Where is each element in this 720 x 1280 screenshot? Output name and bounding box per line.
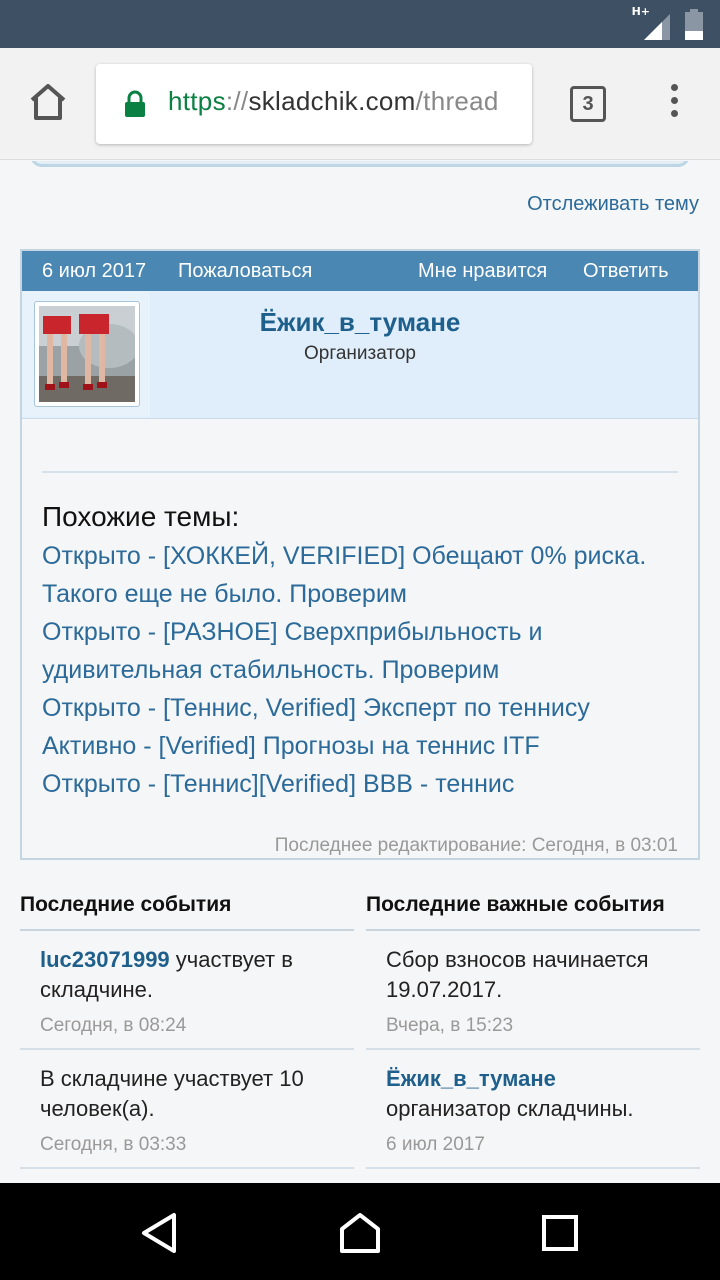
- like-link[interactable]: Мне нравится: [418, 260, 547, 283]
- post-username[interactable]: Ёжик_в_тумане: [22, 307, 698, 338]
- battery-icon: [685, 9, 703, 40]
- similar-thread-link[interactable]: Открыто - [Теннис][Verified] ВВВ - тенни…: [42, 765, 682, 803]
- lock-icon: [125, 90, 145, 117]
- recent-events-heading: Последние события: [20, 889, 354, 931]
- event-user-link[interactable]: luc23071999: [40, 947, 170, 972]
- url-path: /thread: [415, 86, 499, 116]
- recents-square-icon[interactable]: [538, 1211, 582, 1255]
- recent-events: Последние события luc23071999 участвует …: [20, 889, 354, 1169]
- similar-thread-link[interactable]: Открыто - [Теннис, Verified] Эксперт по …: [42, 689, 682, 727]
- event-user-link[interactable]: Ёжик_в_тумане: [386, 1066, 556, 1091]
- event-message: Сбор взносов начинается 19.07.2017.: [386, 947, 649, 1002]
- url-protocol: https: [168, 86, 226, 116]
- post: 6 июл 2017 Пожаловаться Мне нравится Отв…: [20, 249, 700, 860]
- more-vert-icon[interactable]: [664, 84, 684, 124]
- event-item: Ёжик_в_тумане организатор складчины. 6 ию…: [366, 1050, 700, 1169]
- post-user-title: Организатор: [303, 343, 416, 364]
- event-item: В складчине участвует 10 человек(а). Сег…: [20, 1050, 354, 1169]
- similar-thread-link[interactable]: Открыто - [РАЗНОЕ] Сверхприбыльность и у…: [42, 613, 682, 689]
- watch-thread-link[interactable]: Отслеживать тему: [527, 193, 699, 216]
- page-content: Отслеживать тему 6 июл 2017 Пожаловаться…: [0, 161, 720, 1183]
- important-events: Последние важные события Сбор взносов на…: [366, 889, 700, 1169]
- event-item: Сбор взносов начинается 19.07.2017. Вчер…: [366, 931, 700, 1050]
- event-message: В складчине участвует 10 человек(а).: [40, 1066, 304, 1121]
- event-text: luc23071999 участвует в складчине.: [40, 945, 354, 1005]
- similar-threads-list: Открыто - [ХОККЕЙ, VERIFIED] Обещают 0% …: [42, 537, 682, 803]
- event-text: В складчине участвует 10 человек(а).: [40, 1064, 354, 1124]
- signal-icon: [644, 14, 670, 40]
- post-date[interactable]: 6 июл 2017: [42, 260, 146, 283]
- event-text: Ёжик_в_тумане организатор складчины.: [386, 1064, 700, 1124]
- important-events-heading: Последние важные события: [366, 889, 700, 931]
- home-button[interactable]: [24, 78, 72, 126]
- url-bar[interactable]: https://skladchik.com/thread: [96, 64, 532, 144]
- post-action-bar: 6 июл 2017 Пожаловаться Мне нравится Отв…: [22, 251, 698, 291]
- similar-threads-heading: Похожие темы:: [42, 501, 240, 532]
- report-link[interactable]: Пожаловаться: [178, 260, 312, 283]
- navigation-bar: [0, 1183, 720, 1280]
- event-time: Сегодня, в 08:24: [40, 1015, 187, 1036]
- divider: [42, 471, 678, 473]
- home-pentagon-icon[interactable]: [338, 1211, 382, 1255]
- home-icon: [30, 84, 66, 120]
- event-text: Сбор взносов начинается 19.07.2017.: [386, 945, 700, 1005]
- similar-thread-link[interactable]: Активно - [Verified] Прогнозы на теннис …: [42, 727, 682, 765]
- event-time: Сегодня, в 03:33: [40, 1134, 187, 1155]
- previous-block-edge: [30, 161, 690, 167]
- back-triangle-icon[interactable]: [138, 1211, 182, 1255]
- event-item: luc23071999 участвует в складчине. Сегод…: [20, 931, 354, 1050]
- last-edit-note: Последнее редактирование: Сегодня, в 03:…: [274, 835, 678, 856]
- tab-switcher-button[interactable]: 3: [570, 86, 606, 122]
- event-time: 6 июл 2017: [386, 1134, 485, 1155]
- url-domain: skladchik.com: [248, 86, 416, 116]
- url-separator: ://: [225, 86, 249, 116]
- similar-thread-link[interactable]: Открыто - [ХОККЕЙ, VERIFIED] Обещают 0% …: [42, 537, 682, 613]
- post-user-info: Ёжик_в_тумане Организатор: [22, 291, 698, 419]
- url-text[interactable]: https://skladchik.com/thread: [168, 86, 499, 117]
- browser-toolbar: https://skladchik.com/thread 3: [0, 48, 720, 160]
- event-time: Вчера, в 15:23: [386, 1015, 514, 1036]
- reply-link[interactable]: Ответить: [583, 260, 669, 283]
- status-bar: H+: [0, 0, 720, 48]
- event-message: организатор складчины.: [386, 1096, 634, 1121]
